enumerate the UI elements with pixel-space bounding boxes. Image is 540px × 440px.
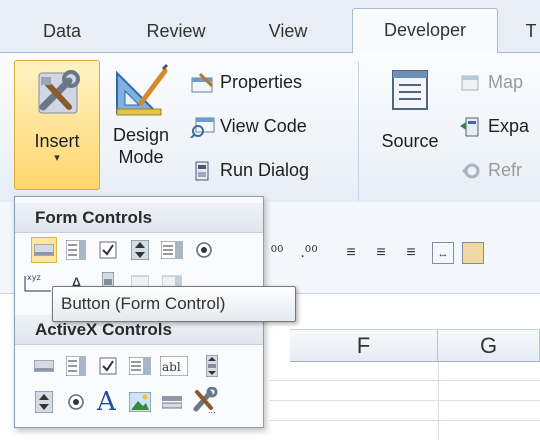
map-properties-icon — [461, 75, 479, 91]
ribbon-tab-strip: Data Review View Developer T — [0, 0, 540, 53]
align-center-icon[interactable]: ≡ — [370, 242, 392, 264]
align-left-icon[interactable]: ≡ — [340, 242, 362, 264]
decrease-decimal-icon[interactable]: ⁰⁰ — [266, 242, 288, 264]
view-code-button[interactable]: View Code — [190, 111, 307, 141]
more-controls-icon[interactable]: ... — [191, 387, 221, 413]
source-label: Source — [381, 131, 439, 151]
text-box-icon[interactable]: abl — [159, 353, 189, 379]
merge-center-icon[interactable]: ↔ — [432, 242, 454, 264]
list-box-icon[interactable] — [159, 237, 185, 263]
svg-text:xyz: xyz — [27, 273, 41, 282]
activex-label-icon[interactable]: A — [95, 387, 121, 413]
grid-line — [270, 420, 540, 421]
svg-text:...: ... — [208, 406, 216, 413]
map-label: Map — [488, 72, 524, 92]
activex-spin-button-icon[interactable] — [31, 389, 57, 415]
activex-check-box-icon[interactable] — [95, 353, 121, 379]
design-mode-button[interactable]: Design Mode — [104, 63, 178, 193]
activex-combo-box-icon[interactable] — [63, 353, 89, 379]
design-mode-label: Design Mode — [112, 125, 170, 167]
button-control-icon[interactable] — [31, 237, 57, 263]
image-icon[interactable] — [127, 389, 153, 415]
grid-line — [438, 362, 439, 440]
group-box-icon[interactable]: xyz — [23, 269, 53, 295]
source-button[interactable]: Source — [370, 67, 450, 193]
grid-line — [270, 400, 540, 401]
formula-bar[interactable] — [290, 294, 540, 330]
refresh-icon — [462, 163, 480, 179]
align-right-icon[interactable]: ≡ — [400, 242, 422, 264]
check-box-icon[interactable] — [95, 237, 121, 263]
column-header-g[interactable]: G — [438, 330, 540, 362]
expand-label: Expa — [488, 116, 530, 136]
tab-data[interactable]: Data — [22, 10, 102, 52]
properties-label: Properties — [220, 72, 303, 92]
run-dialog-button[interactable]: Run Dialog — [190, 155, 309, 185]
toggle-button-icon[interactable] — [159, 389, 185, 415]
grid-line — [270, 380, 540, 381]
combo-box-icon[interactable] — [63, 237, 89, 263]
properties-button[interactable]: Properties — [190, 67, 302, 97]
activex-list-box-icon[interactable] — [127, 353, 153, 379]
option-button-icon[interactable] — [191, 237, 217, 263]
view-code-label: View Code — [220, 116, 307, 136]
svg-text:A: A — [96, 387, 117, 413]
tab-truncated[interactable]: T — [516, 10, 540, 52]
svg-text:abl: abl — [162, 360, 181, 374]
column-header-f[interactable]: F — [290, 330, 438, 362]
design-mode-icon — [116, 63, 169, 116]
form-controls-heading: Form Controls — [15, 203, 263, 233]
properties-icon — [191, 73, 214, 93]
tab-developer[interactable]: Developer — [352, 8, 498, 53]
map-properties-button[interactable]: Map — [458, 67, 523, 97]
insert-label: Insert — [34, 131, 80, 151]
run-dialog-label: Run Dialog — [220, 160, 310, 180]
view-code-icon — [190, 117, 215, 139]
refresh-label: Refr — [488, 160, 523, 180]
chevron-down-icon: ▾ — [54, 152, 60, 164]
tab-view[interactable]: View — [250, 10, 326, 52]
button-form-control-tooltip: Button (Form Control) — [52, 286, 296, 322]
activex-option-button-icon[interactable] — [63, 389, 89, 415]
currency-format-icon[interactable] — [462, 242, 484, 264]
xml-source-icon — [392, 70, 428, 110]
group-separator — [358, 61, 359, 201]
increase-decimal-icon[interactable]: .⁰⁰ — [298, 242, 320, 264]
refresh-data-button[interactable]: Refr — [458, 155, 522, 185]
spin-button-icon[interactable] — [127, 237, 153, 263]
command-button-icon[interactable] — [31, 353, 57, 379]
activex-scroll-bar-icon[interactable] — [199, 353, 225, 379]
developer-ribbon: Insert ▾ Design Mode Properties View Cod… — [0, 52, 540, 202]
expansion-packs-icon — [460, 117, 479, 137]
tools-icon — [38, 70, 80, 114]
insert-controls-button[interactable]: Insert ▾ — [14, 60, 100, 190]
expansion-packs-button[interactable]: Expa — [458, 111, 529, 141]
run-dialog-icon — [195, 161, 209, 181]
tab-review[interactable]: Review — [128, 10, 224, 52]
